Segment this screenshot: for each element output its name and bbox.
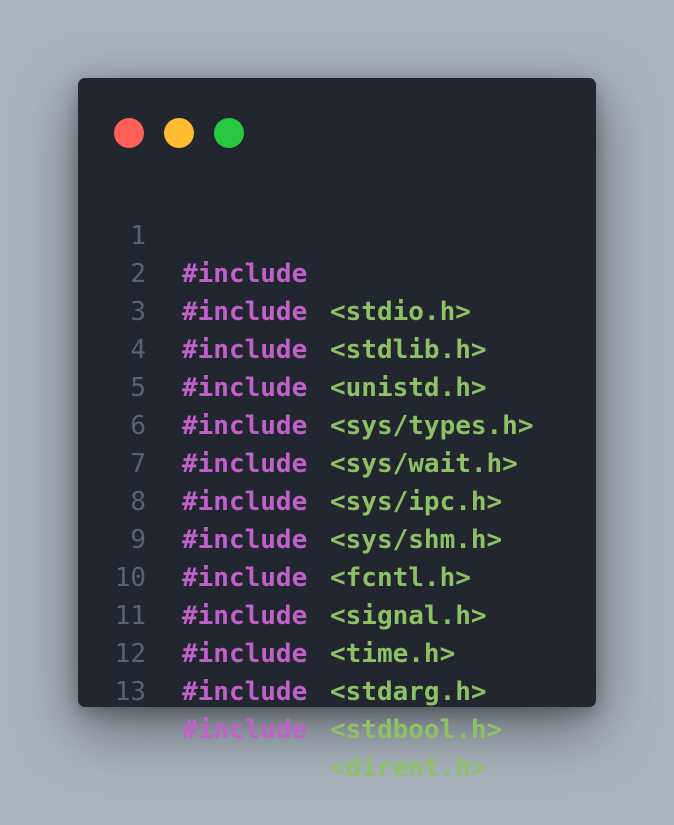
code-line: 3 #include <unistd.h> <box>78 255 596 403</box>
code-line: 9 #include <signal.h> <box>78 483 596 631</box>
close-dot-icon[interactable] <box>114 118 144 148</box>
minimize-dot-icon[interactable] <box>164 118 194 148</box>
code-window: 1 #include <stdio.h> 2 #include <stdlib.… <box>78 78 596 783</box>
code-line: 8 #include <fcntl.h> <box>78 445 596 593</box>
code-line: 10 #include <time.h> <box>78 521 596 669</box>
header-name: <dirent.h> <box>330 753 487 783</box>
code-line: 1 #include <stdio.h> <box>78 179 596 327</box>
include-keyword: #include <box>182 715 308 745</box>
code-line: 2 #include <stdlib.h> <box>78 217 596 365</box>
code-line: 6 #include <sys/ipc.h> <box>78 369 596 517</box>
code-line: 5 #include <sys/wait.h> <box>78 331 596 479</box>
code-line: 11 #include <stdarg.h> <box>78 559 596 707</box>
line-number: 13 <box>114 677 146 707</box>
header-name: <stdarg.h> <box>330 677 487 707</box>
code-line: 13 #include <dirent.h> <box>78 635 596 783</box>
code-line: 12 #include <stdbool.h> <box>78 597 596 745</box>
code-line: 4 #include <sys/types.h> <box>78 293 596 441</box>
include-keyword: #include <box>182 677 308 707</box>
maximize-dot-icon[interactable] <box>214 118 244 148</box>
code-block: 1 #include <stdio.h> 2 #include <stdlib.… <box>78 179 596 783</box>
code-line: 7 #include <sys/shm.h> <box>78 407 596 555</box>
header-name: <stdbool.h> <box>330 715 503 745</box>
